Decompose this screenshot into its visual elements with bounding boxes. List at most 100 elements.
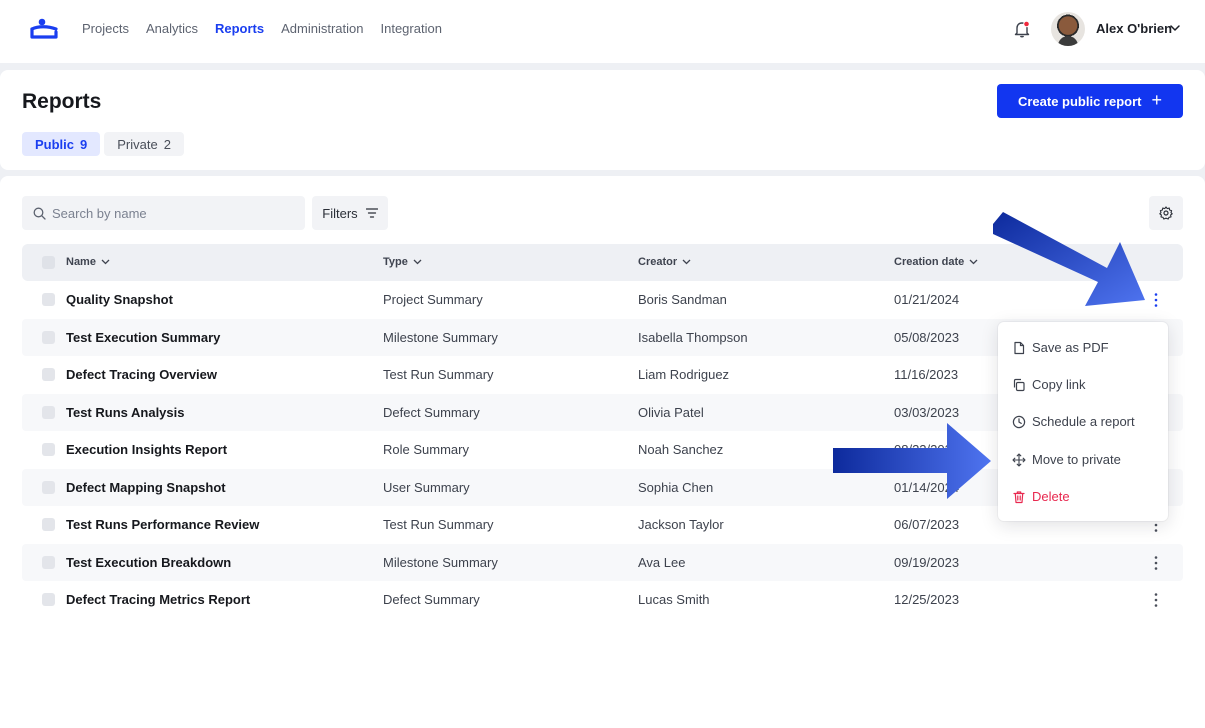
file-icon (1014, 341, 1025, 354)
plus-icon: + (1151, 90, 1163, 110)
row-checkbox[interactable] (42, 593, 55, 606)
tab-public[interactable]: Public 9 (22, 132, 101, 156)
report-type: Role Summary (383, 442, 469, 457)
report-name[interactable]: Execution Insights Report (66, 442, 227, 457)
menu-item-save-as-pdf[interactable]: Save as PDF (1012, 340, 1109, 355)
clock-icon (1012, 415, 1026, 428)
report-type: User Summary (383, 479, 470, 495)
column-header-creation-date[interactable]: Creation date (894, 256, 978, 268)
filter-lines-icon (365, 208, 378, 218)
main-nav: Projects Analytics Reports Administratio… (82, 20, 459, 38)
nav-item-integration[interactable]: Integration (381, 20, 442, 38)
report-name[interactable]: Test Runs Performance Review (66, 517, 259, 532)
row-checkbox[interactable] (42, 555, 55, 569)
table-settings-button[interactable] (1149, 196, 1183, 230)
column-label: Creator (638, 256, 678, 268)
search-box (22, 196, 305, 230)
nav-item-administration[interactable]: Administration (281, 20, 363, 38)
report-name[interactable]: Defect Mapping Snapshot (66, 480, 226, 495)
more-options-icon[interactable] (1150, 292, 1162, 308)
report-date: 08/22/2023 (894, 442, 960, 457)
filters-label: Filters (322, 205, 358, 221)
report-creator: Noah Sanchez (638, 442, 724, 457)
report-type: Test Run Summary (383, 517, 494, 532)
column-header-type[interactable]: Type (383, 256, 422, 268)
row-checkbox[interactable] (42, 293, 55, 306)
create-button-label: Create public report (1017, 93, 1142, 109)
report-name[interactable]: Test Runs Analysis (66, 405, 184, 420)
row-checkbox[interactable] (42, 368, 55, 381)
user-avatar[interactable] (1051, 12, 1085, 46)
page-title: Reports (22, 90, 102, 113)
menu-item-move-to-private[interactable]: Move to private (1012, 452, 1121, 467)
copy-icon (1013, 378, 1025, 391)
row-checkbox[interactable] (42, 330, 55, 344)
more-options-icon[interactable] (1150, 555, 1162, 571)
report-type: Defect Summary (383, 592, 480, 607)
menu-item-schedule-report[interactable]: Schedule a report (1012, 414, 1135, 429)
report-type: Test Run Summary (383, 367, 494, 382)
create-public-report-button[interactable]: Create public report + (997, 84, 1183, 118)
report-type: Milestone Summary (383, 554, 498, 570)
table-row[interactable]: Defect Tracing Metrics Report Defect Sum… (22, 581, 1183, 619)
report-date: 06/07/2023 (894, 517, 960, 532)
report-type: Milestone Summary (383, 329, 498, 345)
nav-item-projects[interactable]: Projects (82, 20, 129, 38)
report-date: 12/25/2023 (894, 592, 960, 607)
report-creator: Ava Lee (638, 554, 686, 570)
menu-item-label: Delete (1032, 489, 1070, 504)
tab-private[interactable]: Private 2 (104, 132, 184, 156)
menu-item-label: Move to private (1032, 452, 1121, 467)
nav-item-reports[interactable]: Reports (215, 20, 264, 38)
more-options-icon[interactable] (1150, 592, 1162, 608)
filters-button[interactable]: Filters (312, 196, 388, 230)
row-checkbox[interactable] (42, 443, 55, 456)
table-row[interactable]: Quality Snapshot Project Summary Boris S… (22, 281, 1183, 319)
menu-item-delete[interactable]: Delete (1012, 489, 1070, 504)
menu-item-label: Schedule a report (1032, 414, 1135, 429)
row-checkbox[interactable] (42, 480, 55, 494)
report-creator: Lucas Smith (638, 592, 710, 607)
tab-count: 2 (163, 136, 171, 152)
visibility-tabs: Public 9 Private 2 (22, 132, 184, 156)
report-name[interactable]: Defect Tracing Overview (66, 367, 217, 382)
chevron-down-icon (682, 259, 691, 265)
tab-label: Public (35, 136, 75, 152)
column-label: Type (383, 256, 408, 268)
user-name[interactable]: Alex O'brien (1096, 21, 1172, 36)
column-label: Creation date (894, 256, 965, 268)
table-row[interactable]: Test Execution Breakdown Milestone Summa… (22, 543, 1183, 581)
report-name[interactable]: Test Execution Summary (66, 330, 220, 345)
column-header-name[interactable]: Name (66, 256, 110, 268)
search-icon (33, 207, 46, 220)
nav-item-analytics[interactable]: Analytics (146, 20, 198, 38)
report-type: Project Summary (383, 292, 483, 307)
search-input[interactable] (52, 196, 302, 230)
top-navigation-bar: Projects Analytics Reports Administratio… (0, 0, 1205, 63)
row-checkbox[interactable] (42, 405, 55, 419)
page-header: Reports Create public report + Public 9 … (0, 70, 1205, 170)
gear-icon (1159, 206, 1173, 220)
report-date: 09/19/2023 (894, 554, 960, 570)
report-date: 11/16/2023 (894, 367, 959, 382)
chevron-down-icon[interactable] (1169, 22, 1181, 34)
menu-item-copy-link[interactable]: Copy link (1012, 377, 1085, 392)
tab-count: 9 (80, 136, 88, 152)
select-all-checkbox[interactable] (42, 256, 55, 269)
report-date: 01/14/2024 (894, 479, 960, 495)
report-name[interactable]: Test Execution Breakdown (66, 555, 231, 570)
report-creator: Boris Sandman (638, 292, 727, 307)
move-icon (1012, 452, 1026, 467)
app-logo-icon[interactable] (29, 17, 59, 41)
report-name[interactable]: Defect Tracing Metrics Report (66, 592, 250, 607)
report-creator: Liam Rodriguez (638, 367, 730, 382)
report-name[interactable]: Quality Snapshot (66, 292, 173, 307)
notification-bell-icon[interactable] (1012, 19, 1032, 39)
chevron-down-icon (969, 259, 978, 265)
report-creator: Sophia Chen (638, 479, 714, 495)
column-header-creator[interactable]: Creator (638, 256, 691, 268)
chevron-down-icon (413, 259, 422, 265)
report-type: Defect Summary (383, 404, 480, 420)
row-checkbox[interactable] (42, 518, 55, 531)
report-actions-menu: Save as PDF Copy link Schedule a report … (998, 322, 1168, 521)
